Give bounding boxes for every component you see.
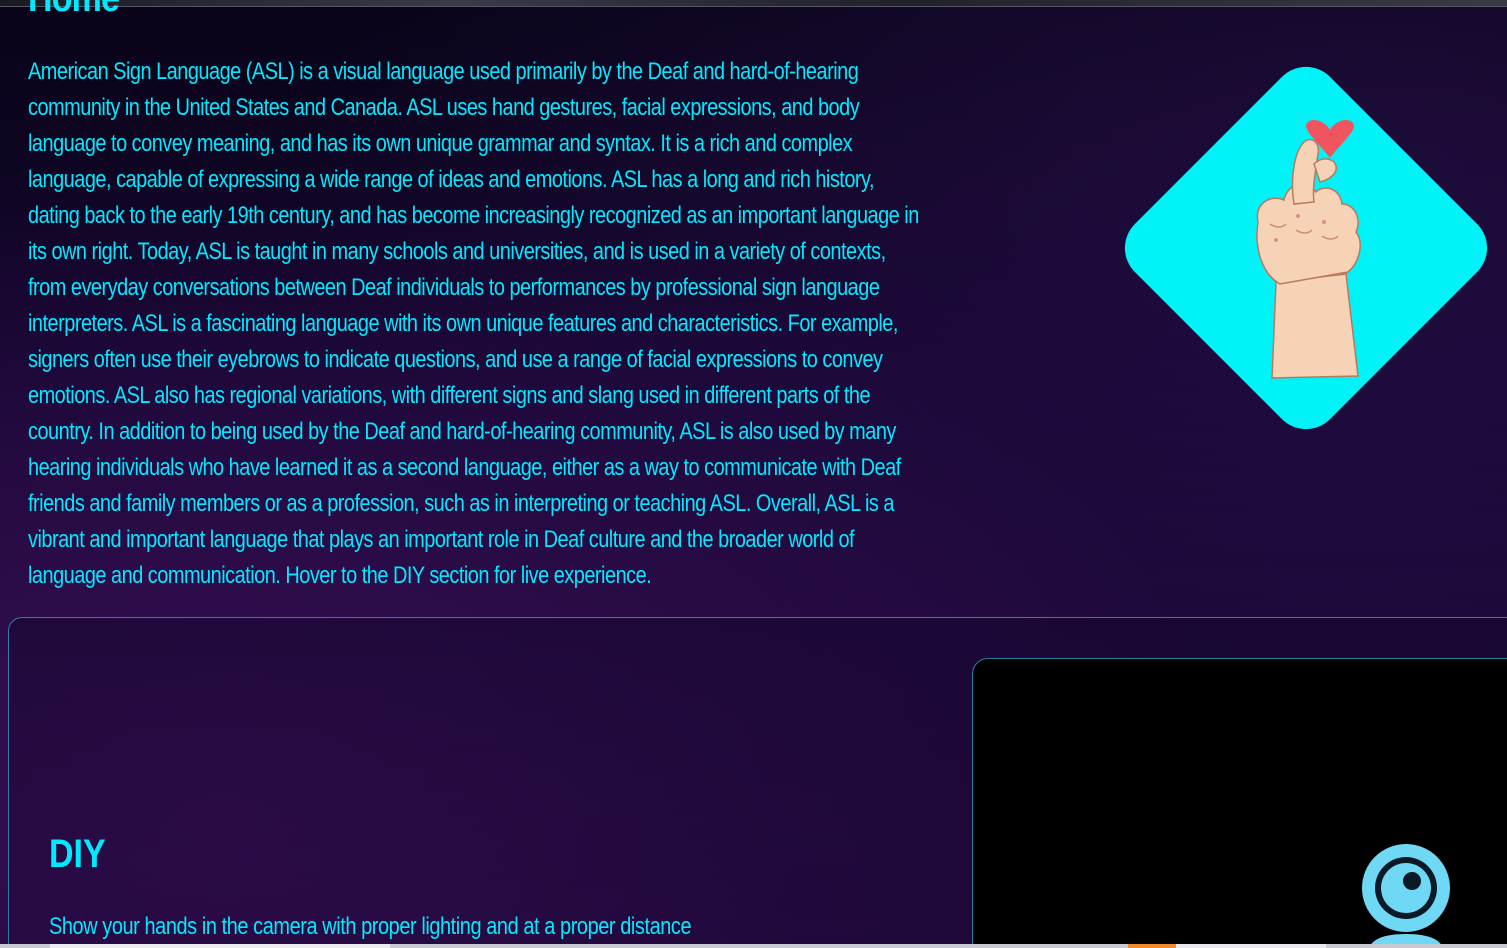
diy-title: DIY	[49, 832, 106, 876]
camera-icon[interactable]	[1352, 844, 1460, 948]
bottom-strip-segment	[1176, 944, 1326, 948]
heart-hand-sign-icon	[1256, 119, 1361, 379]
bottom-strip-accent	[1128, 944, 1176, 948]
top-edge-bar	[0, 0, 1507, 7]
bottom-scroll-strip	[0, 944, 1507, 948]
diy-instruction: Show your hands in the camera with prope…	[49, 913, 692, 940]
home-title: Home	[28, 0, 120, 18]
bottom-strip-segment	[50, 944, 390, 948]
home-description: American Sign Language (ASL) is a visual…	[28, 58, 919, 589]
